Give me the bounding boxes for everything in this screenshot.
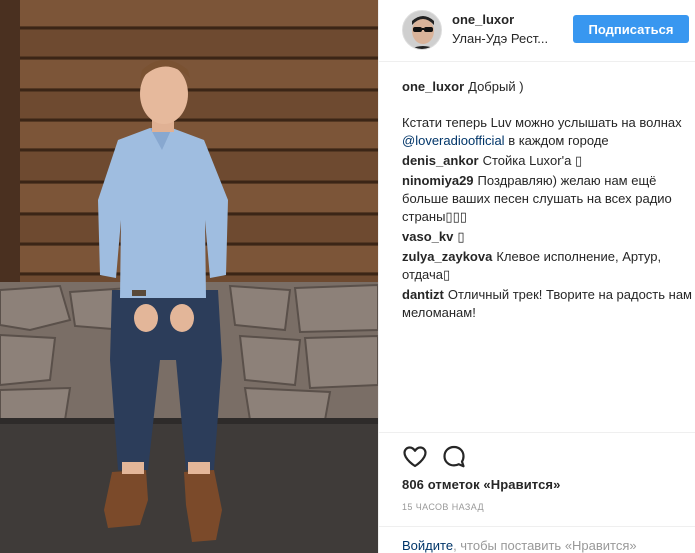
comment-text: Стойка Luxor'a ▯: [482, 153, 583, 168]
likes-count[interactable]: 806 отметок «Нравится»: [402, 477, 560, 492]
instagram-post: one_luxor Улан-Удэ Рест... Подписаться o…: [0, 0, 695, 553]
comment-text: Отличный трек! Творите на радость нам ме…: [402, 287, 692, 320]
comment-username[interactable]: zulya_zaykova: [402, 249, 492, 264]
follow-button[interactable]: Подписаться: [573, 15, 689, 43]
comment-username[interactable]: denis_ankor: [402, 153, 479, 168]
caption-continued: Кстати теперь Luv можно услышать на волн…: [402, 114, 692, 150]
caption-text-before: Кстати теперь Luv можно услышать на волн…: [402, 115, 682, 130]
caption: one_luxor Добрый ): [402, 78, 692, 96]
post-photo-image: [0, 0, 378, 553]
header-location[interactable]: Улан-Удэ Рест...: [452, 31, 548, 46]
post-timestamp[interactable]: 15 часов назад: [402, 502, 484, 512]
comment-button[interactable]: [441, 444, 467, 470]
mention-link[interactable]: @loveradioofficial: [402, 133, 505, 148]
comment-text: ▯: [457, 229, 465, 244]
header-username[interactable]: one_luxor: [452, 12, 514, 27]
post-side-panel: one_luxor Улан-Удэ Рест... Подписаться o…: [378, 0, 695, 553]
caption-text: Добрый ): [468, 79, 524, 94]
comment-item: vaso_kv ▯: [402, 228, 692, 246]
comment-username[interactable]: ninomiya29: [402, 173, 474, 188]
actions-divider: [379, 432, 695, 433]
avatar[interactable]: [402, 10, 442, 50]
caption-username[interactable]: one_luxor: [402, 79, 464, 94]
comment-list: one_luxor Добрый ) Кстати теперь Luv можн…: [402, 78, 692, 324]
caption-text-after: в каждом городе: [504, 133, 609, 148]
comment-item: ninomiya29 Поздравляю) желаю нам ещё боль…: [402, 172, 692, 226]
login-prompt: Войдите, чтобы поставить «Нравится»: [402, 538, 637, 553]
post-photo[interactable]: [0, 0, 378, 553]
login-link[interactable]: Войдите: [402, 538, 453, 553]
comment-icon: [443, 445, 465, 468]
comment-item: denis_ankor Стойка Luxor'a ▯: [402, 152, 692, 170]
comment-username[interactable]: dantizt: [402, 287, 444, 302]
like-button[interactable]: [402, 444, 428, 470]
comment-username[interactable]: vaso_kv: [402, 229, 453, 244]
login-prompt-text: , чтобы поставить «Нравится»: [453, 538, 637, 553]
comment-item: dantizt Отличный трек! Творите на радость…: [402, 286, 692, 322]
heart-icon: [403, 446, 427, 468]
post-header: one_luxor Улан-Удэ Рест... Подписаться: [379, 0, 695, 62]
comment-item: zulya_zaykova Клевое исполнение, Артур, о…: [402, 248, 692, 284]
avatar-image: [403, 11, 441, 49]
